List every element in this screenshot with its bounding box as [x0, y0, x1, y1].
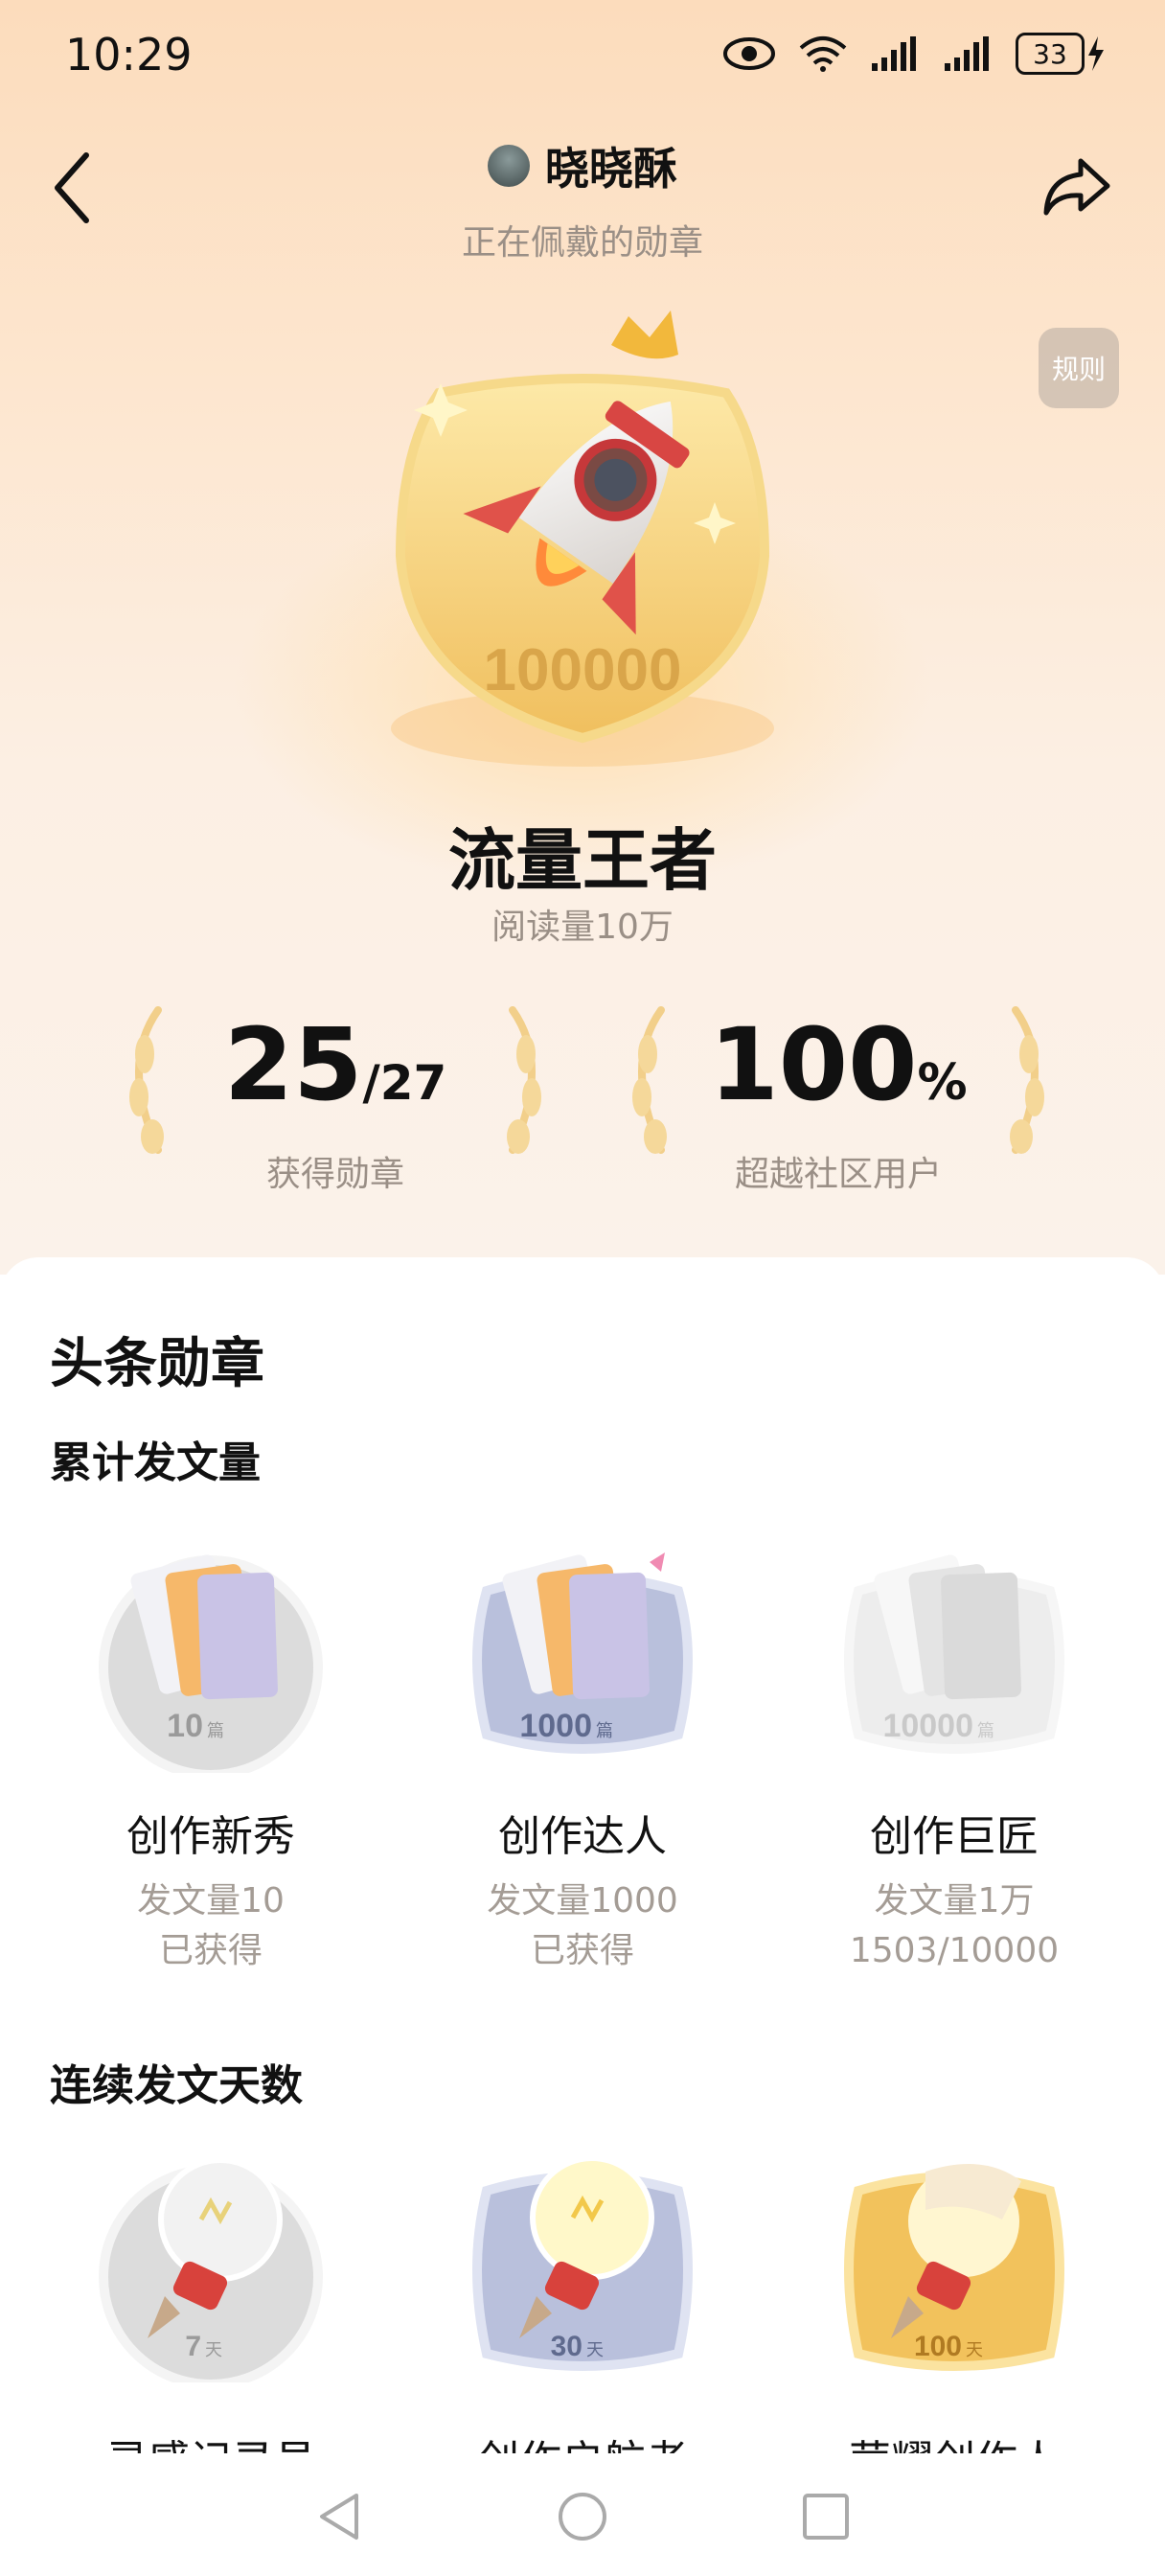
- medal-name: 创作巨匠: [870, 1812, 1039, 1861]
- signal-icon-2: [945, 36, 989, 71]
- art-unit: 篇: [977, 1721, 994, 1741]
- section-title: 头条勋章: [50, 1333, 264, 1395]
- medal-name: 创作达人: [498, 1812, 667, 1861]
- medal-item[interactable]: 1000 篇 创作达人 发文量1000 已获得: [397, 1524, 768, 1976]
- art-number: 100: [914, 2331, 962, 2362]
- medal-item[interactable]: 7 天: [25, 2133, 397, 2389]
- eye-icon: [723, 37, 775, 70]
- obtained-total: /27: [362, 1055, 447, 1111]
- obtained-label: 获得勋章: [265, 1155, 404, 1194]
- group-title-days: 连续发文天数: [50, 2061, 303, 2110]
- art-unit: 天: [586, 2340, 604, 2360]
- surpass-unit: %: [917, 1054, 968, 1112]
- art-number: 1000: [519, 1708, 592, 1744]
- medal-status: 1503/10000: [849, 1931, 1060, 1970]
- group-title-posts: 累计发文量: [50, 1438, 261, 1487]
- obtained-value: 25: [223, 1006, 363, 1123]
- lightbulb-medal-icon: 30 天: [472, 2155, 693, 2371]
- art-unit: 天: [205, 2340, 222, 2360]
- featured-badge-name: 流量王者: [448, 821, 717, 900]
- battery-icon: 33: [1016, 33, 1108, 75]
- system-nav-bar: [0, 2453, 1165, 2576]
- art-number: 7: [185, 2331, 201, 2362]
- stat-badges-obtained: 25/27 获得勋章: [110, 978, 560, 1208]
- nav-home-icon[interactable]: [556, 2490, 609, 2543]
- lightbulb-medal-icon: 100 天: [844, 2164, 1064, 2371]
- battery-level: 33: [1016, 33, 1085, 75]
- art-unit: 天: [966, 2340, 983, 2360]
- medal-desc: 发文量1000: [487, 1881, 678, 1920]
- charging-icon: [1088, 36, 1104, 71]
- rules-button[interactable]: 规则: [1039, 328, 1119, 408]
- featured-badge-art: 100000: [391, 310, 774, 767]
- surpass-label: 超越社区用户: [734, 1155, 942, 1194]
- art-unit: 篇: [207, 1721, 224, 1741]
- nav-recents-icon[interactable]: [801, 2492, 851, 2542]
- signal-icon: [872, 36, 916, 71]
- wearing-badge-subtitle: 正在佩戴的勋章: [461, 223, 703, 263]
- art-unit: 篇: [596, 1721, 613, 1741]
- lightbulb-medal-icon: 7 天: [99, 2157, 323, 2389]
- stat-surpass-users: 100% 超越社区用户: [613, 978, 1063, 1208]
- status-bar: 10:29 33: [0, 0, 1165, 115]
- art-number: 10: [167, 1708, 203, 1744]
- featured-badge-number: 100000: [484, 637, 682, 703]
- status-time: 10:29: [65, 29, 193, 80]
- wifi-icon: [799, 36, 847, 72]
- medal-name: 创作新秀: [126, 1812, 295, 1861]
- medal-item[interactable]: 30 天: [397, 2133, 768, 2386]
- surpass-value: 100: [709, 1006, 918, 1123]
- art-number: 30: [551, 2331, 582, 2362]
- medal-status: 已获得: [530, 1931, 634, 1970]
- avatar[interactable]: [488, 145, 530, 187]
- art-number: 10000: [882, 1708, 973, 1744]
- medal-status: 已获得: [158, 1931, 263, 1970]
- medal-item[interactable]: 100 天: [768, 2133, 1140, 2386]
- medal-item[interactable]: 10 篇 创作新秀 发文量10 已获得: [25, 1524, 397, 1976]
- user-header: 晓晓酥 正在佩戴的勋章: [0, 134, 1165, 264]
- book-medal-icon: 10 篇: [99, 1554, 323, 1780]
- medal-desc: 发文量10: [137, 1881, 285, 1920]
- status-icons: 33: [722, 33, 1108, 75]
- featured-badge-description: 阅读量10万: [491, 908, 674, 947]
- medal-desc: 发文量1万: [874, 1881, 1035, 1920]
- book-medal-icon: 1000 篇: [472, 1552, 693, 1754]
- book-medal-icon-locked: 10000 篇: [844, 1554, 1064, 1754]
- username: 晓晓酥: [545, 143, 677, 195]
- medal-names-row-clipped: 灵感记录员 创作启航者 荣耀创作人: [0, 2419, 1165, 2457]
- medal-item[interactable]: 10000 篇 创作巨匠 发文量1万 1503/10000: [768, 1524, 1140, 1976]
- nav-back-icon[interactable]: [314, 2490, 364, 2543]
